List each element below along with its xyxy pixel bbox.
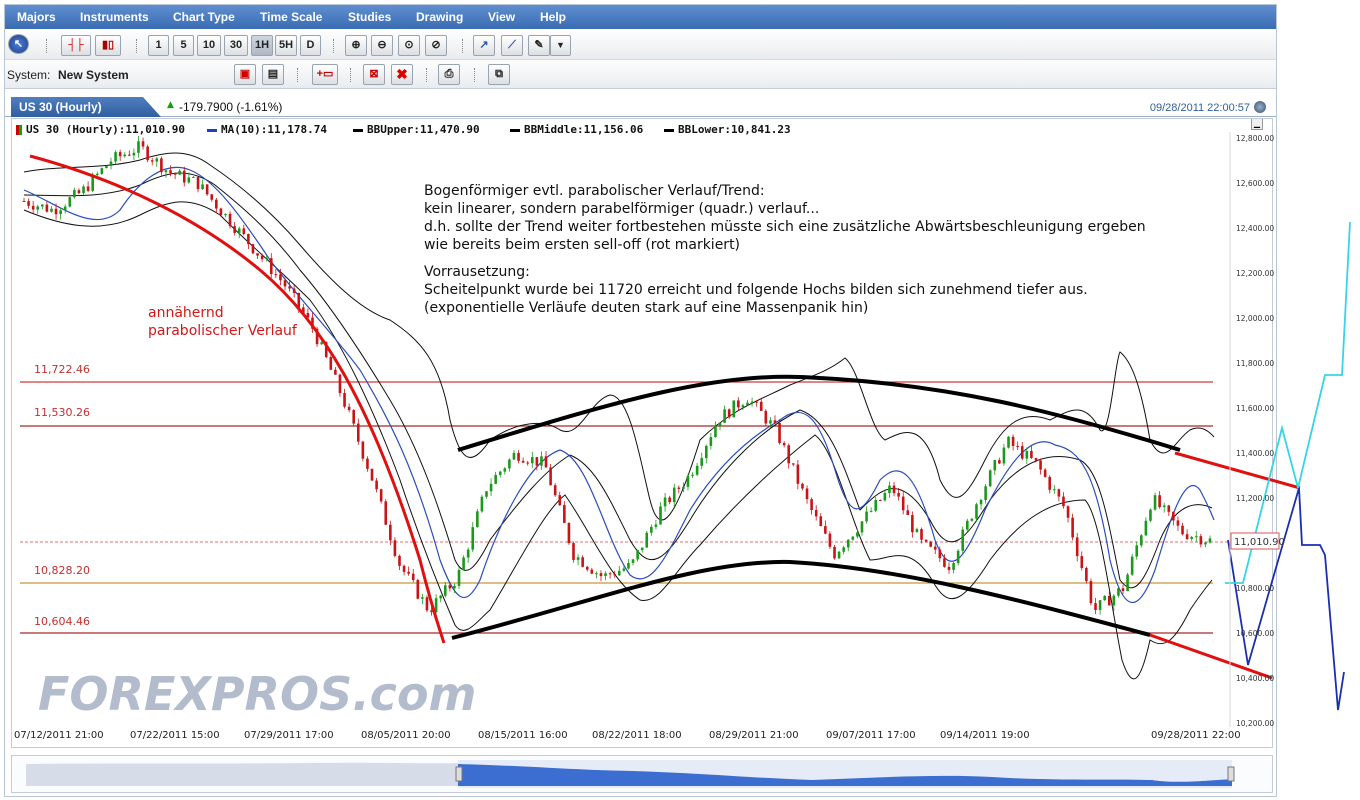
price-change: -179.7900 (-1.61%)	[179, 100, 282, 114]
menu-time-scale[interactable]: Time Scale	[260, 5, 322, 29]
zoom-out-icon[interactable]: ⊖	[371, 35, 393, 56]
timeframe-1-button[interactable]: 1	[148, 35, 169, 56]
toolbar-separator	[136, 39, 137, 53]
system-label: System:	[7, 68, 50, 82]
chart-tab-row: US 30 (Hourly) ▲ -179.7900 (-1.61%) 09/2…	[5, 93, 1276, 117]
toolbar-separator	[462, 39, 463, 53]
menu-studies[interactable]: Studies	[348, 5, 391, 29]
system-toolbar: System: New System ▣ ▤ +▭ ⊠ ✖ ⎙ ⧉	[5, 61, 1276, 89]
menu-view[interactable]: View	[488, 5, 515, 29]
menu-help[interactable]: Help	[540, 5, 566, 29]
toolbar-separator	[333, 39, 334, 53]
timeframe-1h-button[interactable]: 1H	[251, 35, 273, 56]
timeframe-5h-button[interactable]: 5H	[275, 35, 297, 56]
system-name: New System	[58, 68, 129, 82]
print-icon[interactable]: ⎙	[438, 64, 460, 85]
zoom-fit-icon[interactable]: ⊙	[398, 35, 420, 56]
navigator-history-area	[26, 763, 458, 786]
timeframe-5-button[interactable]: 5	[173, 35, 194, 56]
toolbar-separator	[426, 68, 427, 82]
pointer-icon[interactable]: ↖	[8, 34, 29, 54]
status-globe-icon[interactable]	[1254, 101, 1266, 113]
trendline-icon[interactable]: ⟋	[501, 35, 523, 56]
up-arrow-icon: ▲	[167, 100, 174, 110]
menu-instruments[interactable]: Instruments	[80, 5, 149, 29]
add-study-icon[interactable]: +▭	[312, 64, 338, 85]
timeframe-10-button[interactable]: 10	[197, 35, 221, 56]
main-toolbar: ↖ ┤├ ▮▯ 1 5 10 30 1H 5H D ⊕ ⊖ ⊙ ⊘ ↗ ⟋ ✎ …	[5, 32, 1276, 60]
toolbar-separator	[297, 68, 298, 82]
delete-selected-icon[interactable]: ⊠	[363, 64, 385, 85]
chevron-down-icon[interactable]: ▼	[550, 35, 571, 56]
line-chart-icon[interactable]: ↗	[473, 35, 495, 56]
chart-timestamp: 09/28/2011 22:00:57	[1150, 102, 1250, 114]
menu-chart-type[interactable]: Chart Type	[173, 5, 235, 29]
zoom-reset-icon[interactable]: ⊘	[425, 35, 447, 56]
toolbar-separator	[46, 39, 47, 53]
timeframe-d-button[interactable]: D	[300, 35, 321, 56]
toolbar-separator	[350, 68, 351, 82]
detach-window-icon[interactable]: ⧉	[488, 64, 510, 85]
save-system-icon[interactable]: ▣	[234, 64, 256, 85]
candlestick-icon[interactable]: ▮▯	[95, 35, 121, 56]
navigator-left-handle[interactable]	[456, 767, 462, 781]
tab-us30-hourly[interactable]: US 30 (Hourly)	[11, 97, 161, 117]
chart-frame	[11, 118, 1273, 748]
menu-bar: Majors Instruments Chart Type Time Scale…	[5, 5, 1276, 29]
open-system-icon[interactable]: ▤	[262, 64, 284, 85]
chart-application: Majors Instruments Chart Type Time Scale…	[4, 4, 1277, 797]
navigator-panel[interactable]	[11, 755, 1273, 793]
menu-drawing[interactable]: Drawing	[416, 5, 463, 29]
menu-majors[interactable]: Majors	[17, 5, 56, 29]
navigator-svg	[12, 756, 1272, 792]
navigator-right-handle[interactable]	[1228, 767, 1234, 781]
pencil-icon[interactable]: ✎	[528, 35, 550, 56]
timeframe-30-button[interactable]: 30	[224, 35, 248, 56]
close-icon[interactable]: ✖	[391, 64, 413, 85]
toolbar-separator	[474, 68, 475, 82]
zoom-in-icon[interactable]: ⊕	[345, 35, 367, 56]
bar-chart-icon[interactable]: ┤├	[61, 35, 91, 56]
